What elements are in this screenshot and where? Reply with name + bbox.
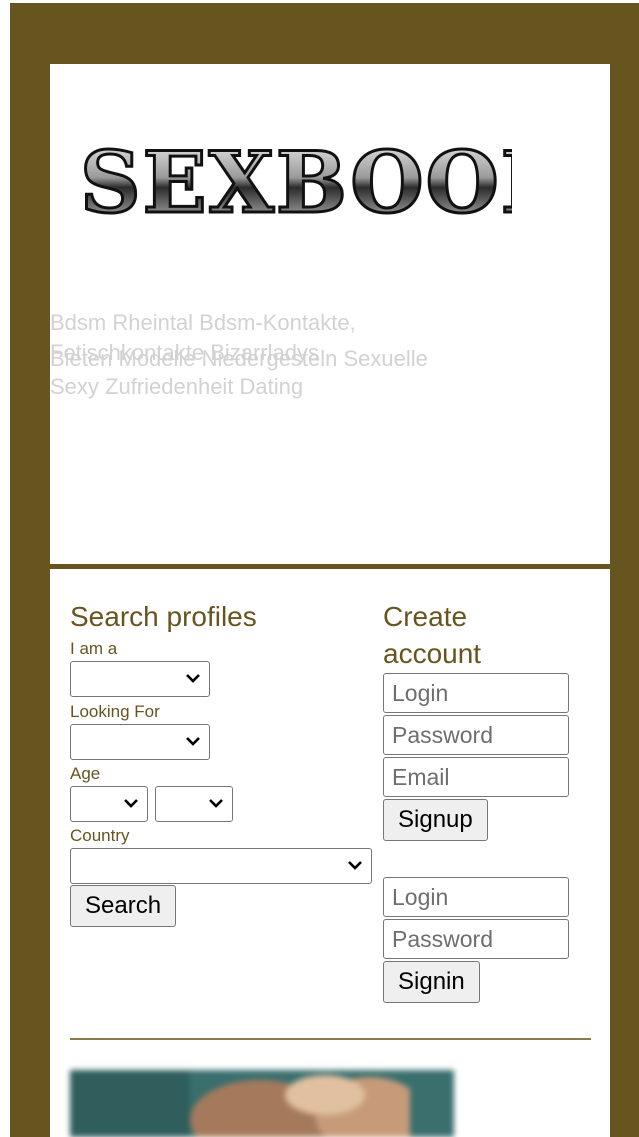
chevron-down-icon [348, 861, 362, 870]
signup-email-input[interactable] [383, 757, 569, 797]
signin-button[interactable]: Signin [383, 961, 480, 1003]
i-am-label: I am a [70, 639, 118, 658]
create-account-heading-line-1: Create [383, 601, 468, 632]
tagline-line-2b: Bieten Modelle Niedergesteln Sexuelle [50, 346, 428, 371]
country-select[interactable] [70, 848, 372, 884]
looking-for-select[interactable] [70, 724, 210, 760]
tagline-line-3: Sexy Zufriedenheit Dating [50, 374, 304, 399]
age-min-select[interactable] [70, 786, 148, 822]
tagline-line-1: Bdsm Rheintal Bdsm-Kontakte, [50, 310, 356, 335]
svg-text:SEXBOOK: SEXBOOK [80, 133, 512, 232]
looking-for-label: Looking For [70, 702, 160, 721]
section-divider [70, 1038, 591, 1040]
chevron-down-icon [209, 799, 223, 808]
signup-button[interactable]: Signup [383, 799, 488, 841]
chevron-down-icon [186, 674, 200, 683]
age-label: Age [70, 764, 101, 783]
signin-password-input[interactable] [383, 919, 569, 959]
chevron-down-icon [186, 737, 200, 746]
signup-login-input[interactable] [383, 673, 569, 713]
age-max-select[interactable] [155, 786, 233, 822]
i-am-select[interactable] [70, 661, 210, 697]
signin-login-input[interactable] [383, 877, 569, 917]
sexbook-logo[interactable]: SEXBOOK [72, 130, 513, 240]
signup-password-input[interactable] [383, 715, 569, 755]
country-label: Country [70, 826, 130, 845]
create-account-heading-line-2: account [383, 638, 482, 669]
search-button[interactable]: Search [70, 885, 177, 927]
search-profiles-heading: Search profiles [70, 601, 257, 632]
profile-photo[interactable] [70, 1070, 454, 1137]
chevron-down-icon [124, 799, 138, 808]
